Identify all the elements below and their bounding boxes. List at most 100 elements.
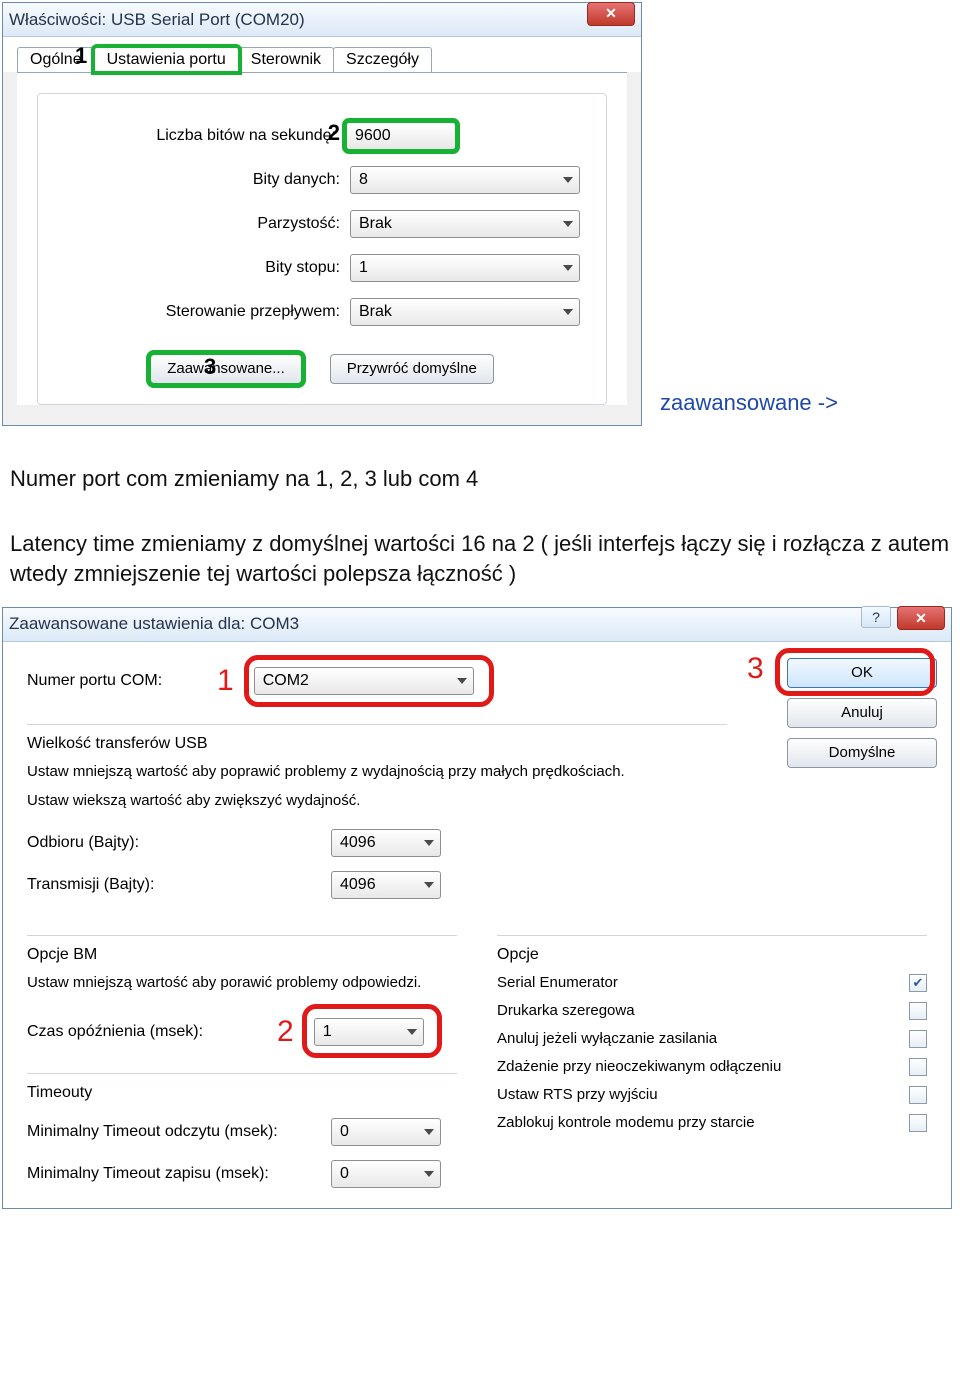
close-button[interactable]: ✕ — [897, 606, 945, 630]
restore-defaults-label: Przywróć domyślne — [347, 360, 477, 377]
tab-port-settings-label: Ustawienia portu — [107, 51, 226, 68]
opt-enum-checkbox[interactable]: ✔ — [909, 974, 927, 992]
properties-dialog: Właściwości: USB Serial Port (COM20) ✕ 1… — [2, 2, 642, 426]
tread-value: 0 — [340, 1123, 349, 1141]
chevron-down-icon — [424, 882, 434, 888]
recv-value: 4096 — [340, 834, 376, 852]
opt-cancel-checkbox[interactable] — [909, 1030, 927, 1048]
port-combo[interactable]: COM2 — [254, 667, 474, 695]
defaults-button-label: Domyślne — [829, 744, 896, 761]
opt-surprise-checkbox[interactable] — [909, 1058, 927, 1076]
opt-printer-checkbox[interactable] — [909, 1002, 927, 1020]
bm-heading: Opcje BM — [27, 946, 457, 964]
send-value: 4096 — [340, 876, 376, 894]
article-line3: Latency time zmieniamy z domyślnej warto… — [0, 521, 960, 596]
opts-heading: Opcje — [497, 946, 927, 964]
twrite-combo[interactable]: 0 — [331, 1160, 441, 1188]
opt-modem-label: Zablokuj kontrole modemu przy starcie — [497, 1114, 755, 1131]
tab-port-settings[interactable]: Ustawienia portu — [94, 47, 239, 72]
opt-printer-label: Drukarka szeregowa — [497, 1002, 635, 1019]
chevron-down-icon — [457, 678, 467, 684]
left-column: Opcje BM Ustaw mniejszą wartość aby pora… — [27, 921, 457, 1188]
chevron-down-icon — [563, 309, 573, 315]
tread-label: Minimalny Timeout odczytu (msek): — [27, 1123, 317, 1141]
annotation-2: 2 — [328, 120, 340, 146]
right-column: Opcje Serial Enumerator ✔ Drukarka szereg… — [497, 921, 927, 1188]
chevron-down-icon — [563, 221, 573, 227]
send-label: Transmisji (Bajty): — [27, 876, 317, 894]
tab-details-label: Szczegóły — [346, 51, 419, 68]
databits-label: Bity danych: — [64, 171, 340, 189]
divider — [27, 1073, 457, 1074]
parity-label: Parzystość: — [64, 215, 340, 233]
latency-value: 1 — [323, 1023, 332, 1041]
stopbits-label: Bity stopu: — [64, 259, 340, 277]
tab-general-label: Ogólne — [30, 51, 82, 68]
cancel-button[interactable]: Anuluj — [787, 698, 937, 728]
chevron-down-icon — [424, 1129, 434, 1135]
bps-combo[interactable]: 9600 — [346, 122, 456, 150]
titlebar: Zaawansowane ustawienia dla: COM3 ? ✕ — [3, 608, 951, 642]
divider — [27, 724, 727, 725]
tab-driver-label: Sterownik — [251, 51, 321, 68]
recv-combo[interactable]: 4096 — [331, 829, 441, 857]
close-button[interactable]: ✕ — [587, 2, 635, 26]
twrite-value: 0 — [340, 1165, 349, 1183]
port-label: Numer portu COM: — [27, 672, 197, 690]
opt-enum-label: Serial Enumerator — [497, 974, 618, 991]
parity-value: Brak — [359, 215, 392, 233]
tab-driver[interactable]: Sterownik — [238, 47, 334, 72]
tab-body: 2 Liczba bitów na sekundę: 9600 Bity dan… — [17, 72, 627, 405]
chevron-down-icon — [424, 1171, 434, 1177]
opt-cancel-label: Anuluj jeżeli wyłączanie zasilania — [497, 1030, 717, 1047]
help-icon: ? — [872, 609, 880, 625]
tread-combo[interactable]: 0 — [331, 1118, 441, 1146]
advanced-button-label: Zaawansowane... — [167, 360, 285, 377]
tab-details[interactable]: Szczegóły — [333, 47, 432, 72]
chevron-down-icon — [563, 177, 573, 183]
port-value: COM2 — [263, 672, 309, 690]
restore-defaults-button[interactable]: Przywróć domyślne — [330, 354, 494, 384]
opt-rts-label: Ustaw RTS przy wyjściu — [497, 1086, 658, 1103]
parity-combo[interactable]: Brak — [350, 210, 580, 238]
help-button[interactable]: ? — [861, 606, 891, 628]
annotation-1: 1 — [75, 43, 87, 69]
recv-label: Odbioru (Bajty): — [27, 834, 317, 852]
bm-hint: Ustaw mniejszą wartość aby porawić probl… — [27, 972, 457, 993]
opt-modem-checkbox[interactable] — [909, 1114, 927, 1132]
databits-combo[interactable]: 8 — [350, 166, 580, 194]
latency-combo[interactable]: 1 — [314, 1018, 424, 1046]
window-title: Zaawansowane ustawienia dla: COM3 — [9, 614, 299, 634]
stopbits-combo[interactable]: 1 — [350, 254, 580, 282]
opt-rts-checkbox[interactable] — [909, 1086, 927, 1104]
advanced-settings-dialog: Zaawansowane ustawienia dla: COM3 ? ✕ 3 … — [2, 607, 952, 1209]
annotation-2: 2 — [277, 1015, 294, 1049]
advanced-button[interactable]: Zaawansowane... — [150, 354, 302, 384]
divider — [27, 935, 457, 936]
stopbits-value: 1 — [359, 259, 368, 277]
opt-surprise-label: Zdażenie przy nieoczekiwanym odłączeniu — [497, 1058, 781, 1075]
tabstrip: 1 Ogólne Ustawienia portu Sterownik Szcz… — [3, 37, 641, 72]
chevron-down-icon — [563, 265, 573, 271]
flow-combo[interactable]: Brak — [350, 298, 580, 326]
twrite-label: Minimalny Timeout zapisu (msek): — [27, 1165, 317, 1183]
close-icon: ✕ — [605, 5, 617, 22]
annotation-3: 3 — [204, 354, 216, 380]
defaults-button[interactable]: Domyślne — [787, 738, 937, 768]
latency-label: Czas opóźnienia (msek): — [27, 1023, 257, 1041]
titlebar: Właściwości: USB Serial Port (COM20) ✕ — [3, 3, 641, 37]
dialog-body: 3 OK Anuluj Domyślne Numer portu COM: 1 … — [3, 642, 951, 1208]
bps-label: Liczba bitów na sekundę: — [64, 127, 336, 145]
bps-value: 9600 — [355, 127, 391, 145]
annotation-1: 1 — [217, 664, 234, 698]
divider — [497, 935, 927, 936]
timeouts-heading: Timeouty — [27, 1084, 457, 1102]
window-title: Właściwości: USB Serial Port (COM20) — [9, 10, 305, 30]
send-combo[interactable]: 4096 — [331, 871, 441, 899]
close-icon: ✕ — [915, 610, 927, 627]
chevron-down-icon — [424, 840, 434, 846]
chevron-down-icon — [407, 1029, 417, 1035]
usb-hint2: Ustaw wiekszą wartość aby zwiększyć wyda… — [27, 790, 927, 811]
article-line2: Numer port com zmieniamy na 1, 2, 3 lub … — [0, 456, 960, 502]
flow-label: Sterowanie przepływem: — [64, 303, 340, 321]
